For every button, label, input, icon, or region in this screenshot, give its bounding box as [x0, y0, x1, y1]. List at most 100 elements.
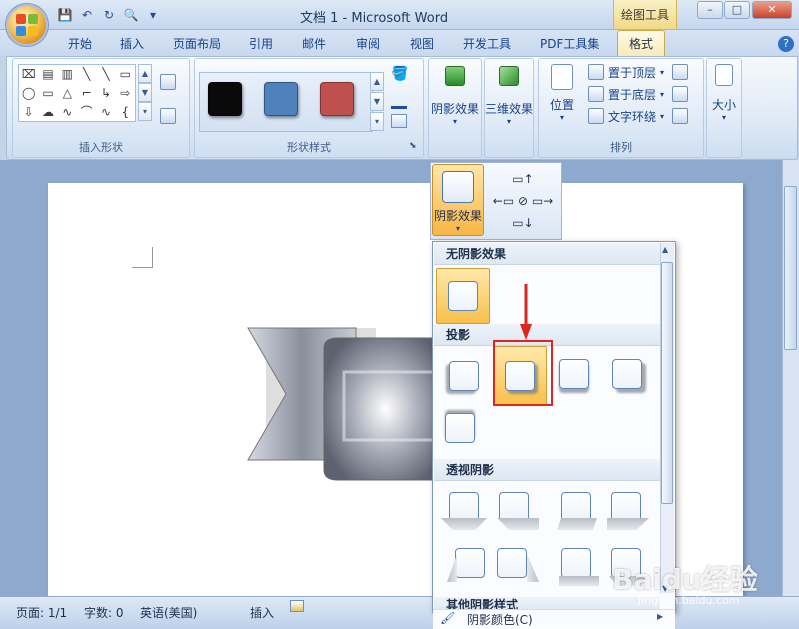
print-preview-icon[interactable]: 🔍 [122, 6, 140, 24]
perspective-shadow-option-7[interactable] [555, 542, 603, 592]
help-icon[interactable]: ? [778, 36, 794, 52]
style-swatch-red[interactable] [320, 82, 354, 116]
tab-insert[interactable]: 插入 [109, 33, 155, 56]
insert-mode-status[interactable]: 插入 [250, 604, 274, 621]
perspective-shadow-option-2[interactable] [491, 488, 539, 538]
office-button[interactable] [6, 4, 48, 46]
macro-record-icon[interactable] [290, 600, 304, 612]
nudge-shadow-up-icon[interactable]: ▭↑ [490, 168, 556, 190]
tab-references[interactable]: 引用 [238, 33, 284, 56]
style-swatch-black[interactable] [208, 82, 242, 116]
edit-shape-icon[interactable] [160, 74, 176, 90]
shadow-color-menu-item[interactable]: 阴影颜色(C) [433, 609, 675, 629]
gallery-scroll-thumb[interactable] [661, 262, 673, 504]
shape-item[interactable]: ⌧ [19, 65, 38, 84]
shadow-option-icon [559, 359, 589, 389]
tab-pdf-tools[interactable]: PDF工具集 [529, 33, 610, 56]
vertical-scroll-thumb[interactable] [784, 186, 797, 350]
position-icon [551, 64, 573, 90]
bring-to-front-button[interactable]: 置于顶层 ▾ [588, 62, 664, 82]
nudge-shadow-down-icon[interactable]: ▭↓ [490, 212, 556, 234]
position-button[interactable]: 位置 ▾ [542, 64, 582, 122]
tab-view[interactable]: 视图 [399, 33, 445, 56]
shadow-option-icon [455, 548, 485, 578]
shadow-effects-dropdown-label: 阴影效果 [433, 209, 482, 223]
text-wrap-button[interactable]: 文字环绕 ▾ [588, 106, 664, 126]
send-to-back-button[interactable]: 置于底层 ▾ [588, 84, 664, 104]
tab-format[interactable]: 格式 [617, 30, 666, 56]
style-gallery-more-arrow[interactable]: ▾ [370, 112, 384, 131]
shape-item[interactable]: ▥ [58, 65, 77, 84]
nudge-shadow-controls: ▭↑ ←▭ ⊘ ▭→ ▭↓ [490, 168, 556, 236]
close-button[interactable]: ✕ [752, 1, 792, 19]
shape-item[interactable]: △ [58, 84, 77, 103]
shape-item[interactable]: ▭ [38, 84, 57, 103]
drop-shadow-option-5[interactable] [441, 409, 479, 447]
shape-item[interactable]: ⌐ [77, 84, 96, 103]
drop-shadow-option-4[interactable] [608, 355, 646, 393]
text-box-icon[interactable] [160, 108, 176, 124]
style-gallery-up-arrow[interactable]: ▲ [370, 72, 384, 91]
shape-item[interactable]: ∿ [96, 103, 115, 122]
tab-developer[interactable]: 开发工具 [452, 33, 522, 56]
change-shape-icon[interactable] [391, 114, 407, 128]
shape-item[interactable]: ∿ [58, 103, 77, 122]
shape-item[interactable]: { [116, 103, 135, 122]
shape-gallery-more-arrow[interactable]: ▾ [138, 102, 152, 121]
shadow-effects-ribbon-button[interactable]: 阴影效果 ▾ [430, 66, 480, 126]
style-gallery-down-arrow[interactable]: ▼ [370, 92, 384, 111]
tab-page-layout[interactable]: 页面布局 [162, 33, 232, 56]
redo-icon[interactable]: ↻ [100, 6, 118, 24]
size-button[interactable]: 大小 ▾ [706, 64, 742, 122]
minimize-button[interactable]: – [697, 1, 723, 19]
perspective-shadow-option-6[interactable] [491, 542, 539, 592]
tab-mailings[interactable]: 邮件 [291, 33, 337, 56]
page-count-status[interactable]: 页面: 1/1 [16, 604, 67, 621]
nudge-shadow-leftright-icon[interactable]: ←▭ ⊘ ▭→ [490, 190, 556, 212]
shape-gallery-up-arrow[interactable]: ▲ [138, 64, 152, 83]
window-title: 文档 1 - Microsoft Word [300, 11, 449, 26]
tab-home[interactable]: 开始 [57, 33, 103, 56]
text-wrap-icon [588, 108, 604, 124]
shape-item[interactable]: ╲ [77, 65, 96, 84]
dialog-launcher-icon[interactable]: ⬊ [409, 141, 417, 151]
annotation-highlight-box [493, 340, 553, 406]
no-shadow-option[interactable] [436, 268, 490, 324]
gallery-scroll-up-icon[interactable]: ▲ [662, 245, 668, 254]
rotate-icon[interactable] [672, 108, 688, 124]
customize-qat-icon[interactable]: ▾ [144, 6, 162, 24]
align-icon[interactable] [672, 64, 688, 80]
shape-gallery-down-arrow[interactable]: ▼ [138, 83, 152, 102]
tab-review[interactable]: 审阅 [345, 33, 391, 56]
shape-item[interactable]: ↳ [96, 84, 115, 103]
shadow-effects-dropdown-button[interactable]: 阴影效果 ▾ [432, 164, 484, 236]
shape-item[interactable]: ◯ [19, 84, 38, 103]
shape-item[interactable]: ▭ [116, 65, 135, 84]
shape-item[interactable]: ⇩ [19, 103, 38, 122]
perspective-shadow-option-4[interactable] [605, 488, 653, 538]
shape-item[interactable]: ╲ [96, 65, 115, 84]
save-icon[interactable]: 💾 [56, 6, 74, 24]
shadow-option-icon [445, 413, 475, 443]
group-objects-icon[interactable] [672, 86, 688, 102]
undo-icon[interactable]: ↶ [78, 6, 96, 24]
shadow-option-icon [497, 548, 527, 578]
maximize-button[interactable]: □ [724, 1, 750, 19]
language-status[interactable]: 英语(美国) [140, 604, 197, 621]
shape-item[interactable]: ⌒ [77, 103, 96, 122]
perspective-shadow-option-5[interactable] [447, 542, 495, 592]
fill-bucket-icon[interactable]: 🪣 [391, 66, 408, 82]
perspective-shadow-option-1[interactable] [439, 488, 487, 538]
line-color-icon[interactable] [391, 106, 407, 109]
shadow-color-icon: 🖌 [440, 611, 456, 625]
drop-shadow-option-1[interactable] [445, 357, 483, 395]
perspective-shadow-option-3[interactable] [553, 488, 601, 538]
shape-item[interactable]: ▤ [38, 65, 57, 84]
word-count-status[interactable]: 字数: 0 [84, 604, 124, 621]
style-swatch-blue[interactable] [264, 82, 298, 116]
banner-shape[interactable] [246, 320, 436, 485]
shape-item[interactable]: ☁ [38, 103, 57, 122]
shape-item[interactable]: ⇨ [116, 84, 135, 103]
3d-effects-ribbon-button[interactable]: 三维效果 ▾ [484, 66, 534, 126]
drop-shadow-option-3[interactable] [555, 355, 593, 393]
